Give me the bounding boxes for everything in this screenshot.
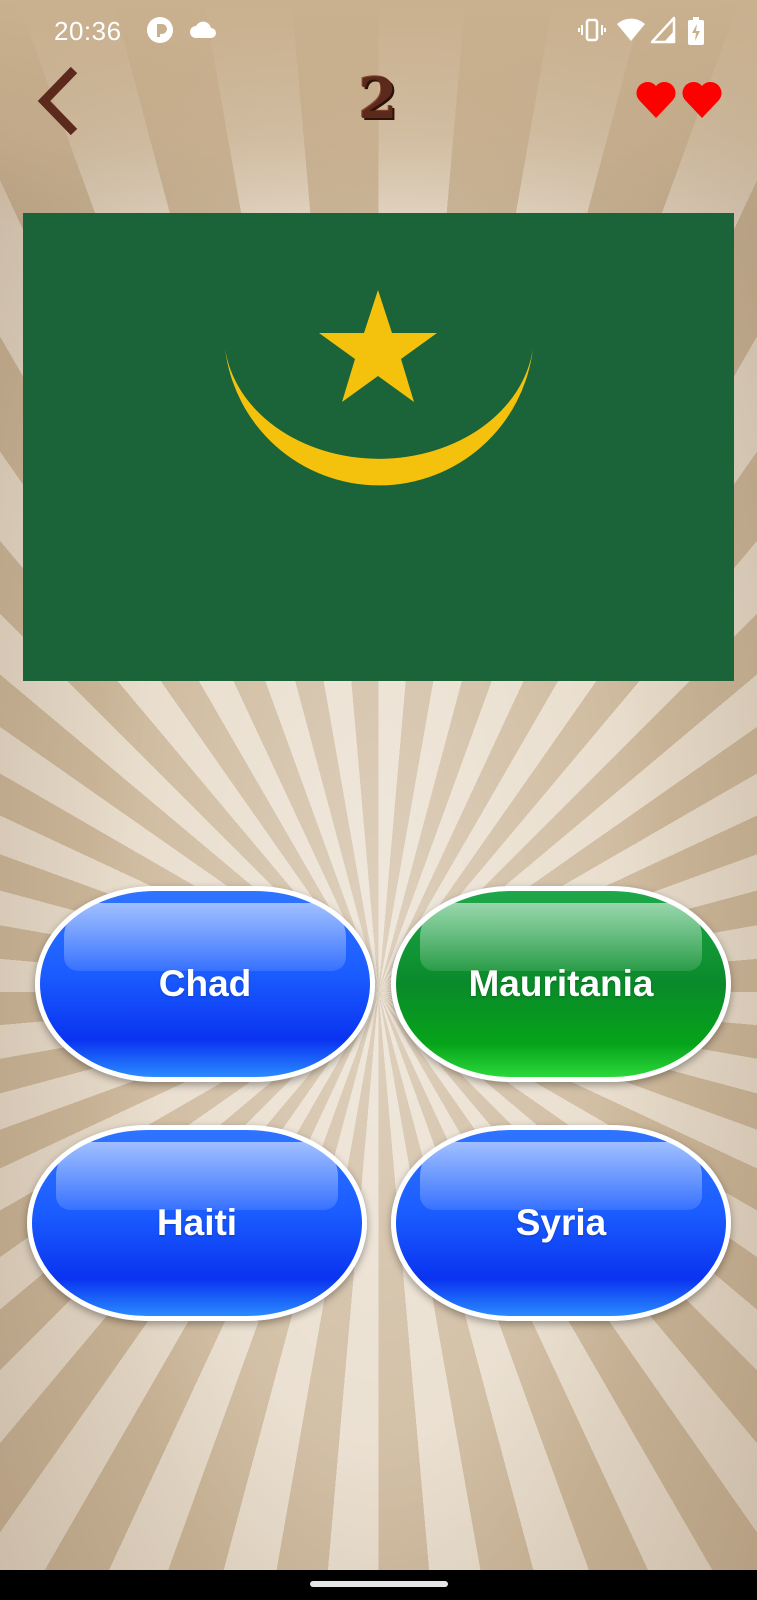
button-gloss bbox=[420, 1142, 702, 1210]
answer-label: Mauritania bbox=[468, 963, 654, 1004]
navigation-bar bbox=[0, 1570, 757, 1600]
heart-icon bbox=[682, 81, 722, 118]
cloud-icon bbox=[188, 20, 218, 45]
button-gloss bbox=[420, 903, 702, 971]
button-gloss bbox=[64, 903, 346, 971]
pocket-casts-icon bbox=[146, 16, 174, 49]
answer-label: Syria bbox=[515, 1202, 607, 1243]
answer-button-syria[interactable]: Syria bbox=[391, 1125, 731, 1321]
flag-image bbox=[23, 213, 734, 681]
answer-button-haiti[interactable]: Haiti bbox=[27, 1125, 367, 1321]
back-button[interactable] bbox=[34, 66, 90, 136]
level-number: 2 bbox=[358, 66, 398, 132]
mauritania-flag bbox=[23, 213, 734, 681]
answer-button-mauritania[interactable]: Mauritania bbox=[391, 886, 731, 1082]
lives-indicator bbox=[635, 80, 723, 124]
home-gesture-handle[interactable] bbox=[310, 1581, 448, 1587]
answer-label: Chad bbox=[158, 963, 252, 1004]
answer-label: Haiti bbox=[156, 1202, 238, 1243]
chevron-left-icon bbox=[37, 66, 78, 136]
heart-icon bbox=[636, 81, 676, 118]
button-gloss bbox=[56, 1142, 338, 1210]
status-time: 20:36 bbox=[54, 16, 122, 46]
answer-button-chad[interactable]: Chad bbox=[35, 886, 375, 1082]
status-bar: 20:36 bbox=[0, 0, 757, 64]
signal-icon bbox=[650, 16, 676, 49]
battery-charging-icon bbox=[687, 16, 705, 51]
wifi-icon bbox=[616, 16, 646, 49]
vibrate-icon bbox=[578, 16, 606, 49]
